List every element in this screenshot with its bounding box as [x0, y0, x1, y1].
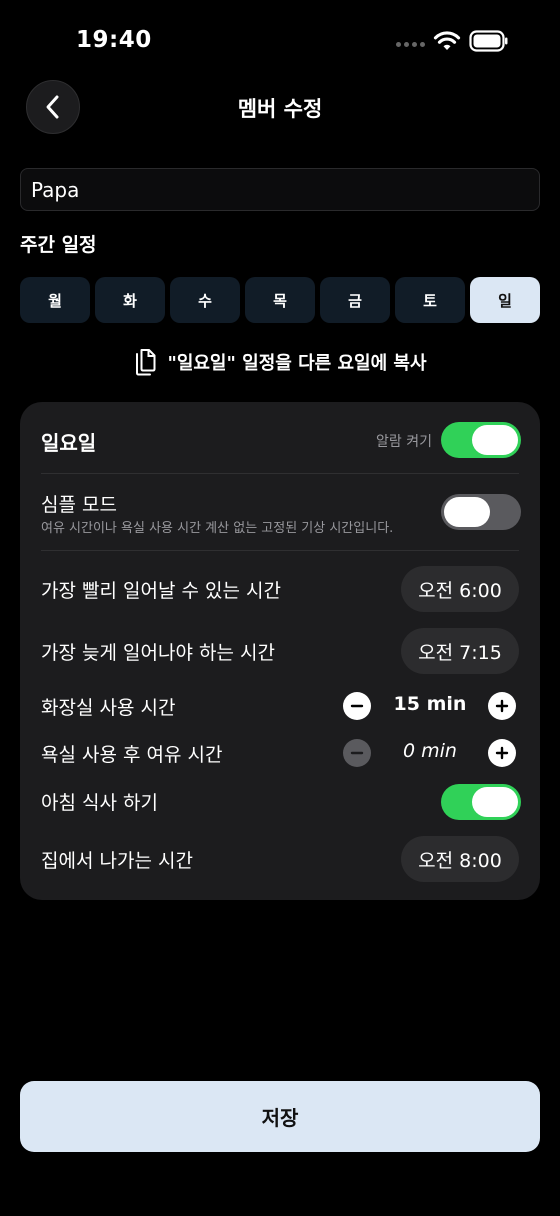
- day-tab-thu[interactable]: 목: [245, 277, 315, 323]
- alarm-label: 알람 켜기: [376, 434, 432, 450]
- latest-wake-label: 가장 늦게 일어나야 하는 시간: [41, 642, 275, 664]
- day-tab-wed[interactable]: 수: [170, 277, 240, 323]
- simple-mode-description: 여유 시간이나 욕실 사용 시간 계산 없는 고정된 기상 시간입니다.: [41, 521, 394, 536]
- day-title: 일요일: [41, 431, 97, 455]
- copy-schedule-label: "일요일" 일정을 다른 요일에 복사: [167, 353, 427, 374]
- breakfast-label: 아침 식사 하기: [41, 792, 158, 814]
- simple-mode-toggle[interactable]: [441, 494, 521, 530]
- day-settings-card: 일요일 알람 켜기 심플 모드 여유 시간이나 욕실 사용 시간 계산 없는 고…: [20, 402, 540, 900]
- day-tab-tue[interactable]: 화: [95, 277, 165, 323]
- simple-mode-label: 심플 모드: [41, 494, 117, 516]
- bathroom-time-label: 화장실 사용 시간: [41, 697, 176, 719]
- alarm-toggle[interactable]: [441, 422, 521, 458]
- buffer-time-value: 0 min: [403, 740, 457, 762]
- wifi-icon: [433, 31, 461, 50]
- buffer-decrement-button[interactable]: [343, 739, 371, 767]
- day-tab-mon[interactable]: 월: [20, 277, 90, 323]
- status-bar: 19:40: [0, 0, 560, 80]
- bathroom-decrement-button[interactable]: [343, 692, 371, 720]
- divider: [41, 550, 519, 551]
- copy-schedule-button[interactable]: "일요일" 일정을 다른 요일에 복사: [0, 348, 560, 376]
- member-name-input[interactable]: [20, 168, 540, 211]
- plus-icon: [495, 699, 509, 713]
- leave-home-label: 집에서 나가는 시간: [41, 850, 193, 872]
- buffer-increment-button[interactable]: [488, 739, 516, 767]
- earliest-wake-time-button[interactable]: 오전 6:00: [401, 566, 519, 612]
- weekly-schedule-title: 주간 일정: [20, 234, 97, 256]
- save-button[interactable]: 저장: [20, 1081, 540, 1152]
- day-tab-sat[interactable]: 토: [395, 277, 465, 323]
- buffer-time-label: 욕실 사용 후 여유 시간: [41, 744, 223, 766]
- day-tab-fri[interactable]: 금: [320, 277, 390, 323]
- latest-wake-time-button[interactable]: 오전 7:15: [401, 628, 519, 674]
- leave-home-time-button[interactable]: 오전 8:00: [401, 836, 519, 882]
- bathroom-increment-button[interactable]: [488, 692, 516, 720]
- battery-icon: [469, 30, 508, 52]
- day-tabs: 월 화 수 목 금 토 일: [20, 277, 540, 323]
- copy-icon: [136, 349, 156, 376]
- bathroom-time-value: 15 min: [393, 693, 467, 715]
- minus-icon: [350, 751, 364, 755]
- breakfast-toggle[interactable]: [441, 784, 521, 820]
- divider: [41, 473, 519, 474]
- earliest-wake-label: 가장 빨리 일어날 수 있는 시간: [41, 580, 281, 602]
- page-title: 멤버 수정: [237, 97, 323, 121]
- minus-icon: [350, 704, 364, 708]
- day-tab-sun[interactable]: 일: [470, 277, 540, 323]
- status-time: 19:40: [76, 27, 152, 53]
- cellular-signal-icon: [396, 42, 425, 47]
- plus-icon: [495, 746, 509, 760]
